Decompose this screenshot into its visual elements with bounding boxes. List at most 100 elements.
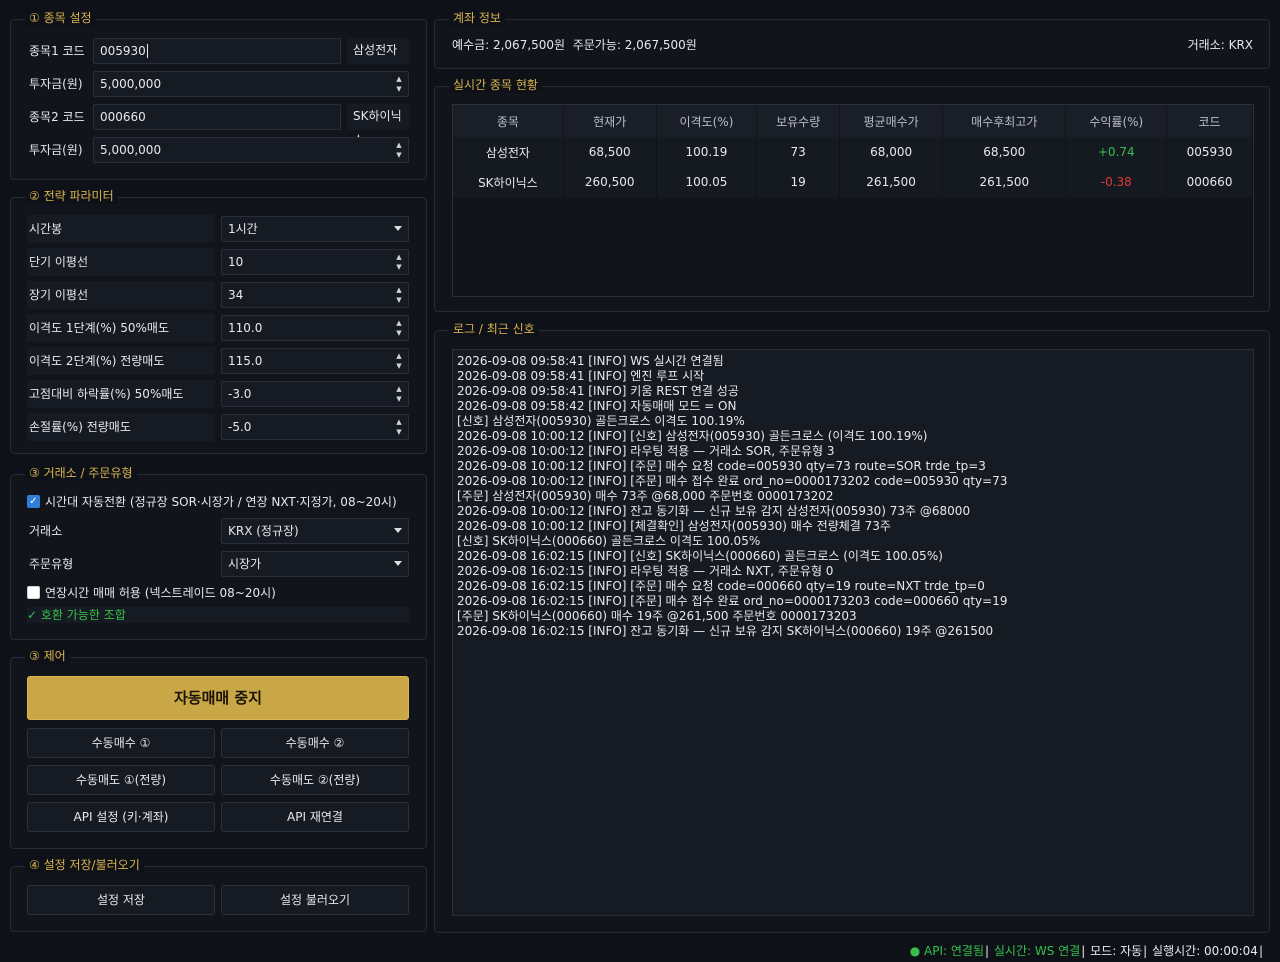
log-line: 2026-09-08 10:00:12 [INFO] [신호] 삼성전자(005… bbox=[457, 429, 928, 443]
long-ma-spinbox[interactable]: 34 ▲ ▼ bbox=[221, 282, 409, 308]
account-group: 계좌 정보 예수금: 2,067,500원 주문가능: 2,067,500원 거… bbox=[434, 10, 1270, 69]
auto-stop-button[interactable]: 자동매매 중지 bbox=[27, 676, 409, 720]
invest1-spin-arrows[interactable]: ▲ ▼ bbox=[392, 74, 406, 94]
positions-header-row: 종목 현재가 이격도(%) 보유수량 평균매수가 매수후최고가 수익률(%) 코… bbox=[453, 105, 1253, 137]
order-type-select[interactable]: 시장가 bbox=[221, 551, 409, 577]
col-header[interactable]: 보유수량 bbox=[756, 105, 841, 137]
stock1-label: 종목1 코드 bbox=[29, 44, 85, 58]
log-line: 2026-09-08 10:00:12 [INFO] 잔고 동기화 — 신규 보… bbox=[457, 504, 971, 518]
stock2-label: 종목2 코드 bbox=[29, 110, 85, 124]
stock1-code-input[interactable]: 005930 bbox=[93, 38, 341, 64]
cell-qty: 73 bbox=[756, 137, 841, 167]
save-settings-button[interactable]: 설정 저장 bbox=[27, 885, 215, 915]
col-header[interactable]: 이격도(%) bbox=[656, 105, 758, 137]
stock1-name: 삼성전자 bbox=[347, 38, 409, 64]
stock2-row: 종목2 코드 000660 SK하이닉스 bbox=[27, 103, 409, 147]
stock-settings-group: ① 종목 설정 종목1 코드 005930 삼성전자 투자금(원) 5,000,… bbox=[10, 10, 427, 180]
cell-stock: 삼성전자 bbox=[453, 137, 564, 167]
drop-row: 고점대비 하락률(%) 50%매도 -3.0 ▲ ▼ bbox=[27, 380, 409, 408]
stoploss-spin-arrows[interactable]: ▲ ▼ bbox=[392, 417, 406, 437]
col-header[interactable]: 매수후최고가 bbox=[942, 105, 1067, 137]
short-ma-value: 10 bbox=[228, 255, 244, 269]
runtime-status: 실행시간: 00:00:04 bbox=[1152, 944, 1258, 958]
api-settings-button[interactable]: API 설정 (키·계좌) bbox=[27, 802, 215, 832]
long-ma-spin-arrows[interactable]: ▲ ▼ bbox=[392, 285, 406, 305]
positions-group: 실시간 종목 현황 종목 현재가 이격도(%) 보유수량 평균매수가 매수후최고… bbox=[434, 77, 1270, 312]
timeframe-row: 시간봉 1시간 bbox=[27, 215, 409, 243]
disp1-row: 이격도 1단계(%) 50%매도 110.0 ▲ ▼ bbox=[27, 314, 409, 342]
disp1-spinbox[interactable]: 110.0 ▲ ▼ bbox=[221, 315, 409, 341]
chevron-down-icon bbox=[394, 528, 402, 533]
realtime-status: 실시간: WS 연결 bbox=[993, 944, 1081, 958]
col-header[interactable]: 평균매수가 bbox=[839, 105, 944, 137]
timeframe-value: 1시간 bbox=[228, 222, 258, 236]
disp2-spinbox[interactable]: 115.0 ▲ ▼ bbox=[221, 348, 409, 374]
load-settings-button[interactable]: 설정 불러오기 bbox=[221, 885, 409, 915]
disp2-spin-arrows[interactable]: ▲ ▼ bbox=[392, 351, 406, 371]
disp1-value: 110.0 bbox=[228, 321, 263, 335]
invest2-spin-arrows[interactable]: ▲ ▼ bbox=[392, 140, 406, 160]
api-reconnect-button[interactable]: API 재연결 bbox=[221, 802, 409, 832]
col-header[interactable]: 코드 bbox=[1166, 105, 1253, 137]
manual-buy2-button[interactable]: 수동매수 ② bbox=[221, 728, 409, 758]
disp2-value: 115.0 bbox=[228, 354, 263, 368]
col-header[interactable]: 현재가 bbox=[563, 105, 657, 137]
cell-stock: SK하이닉스 bbox=[453, 167, 564, 197]
table-row[interactable]: SK하이닉스 260,500 100.05 19 261,500 261,500… bbox=[453, 167, 1253, 197]
exchange-label: 거래소 bbox=[29, 524, 63, 538]
invest1-spinbox[interactable]: 5,000,000 ▲ ▼ bbox=[93, 71, 409, 97]
short-ma-row: 단기 이평선 10 ▲ ▼ bbox=[27, 248, 409, 276]
cell-price: 260,500 bbox=[563, 167, 657, 197]
order-type-label: 주문유형 bbox=[29, 557, 74, 571]
control-title: ③ 제어 bbox=[25, 648, 70, 664]
col-header[interactable]: 수익률(%) bbox=[1065, 105, 1168, 137]
log-line: [주문] SK하이닉스(000660) 매수 19주 @261,500 주문번호… bbox=[457, 609, 857, 623]
disp2-row: 이격도 2단계(%) 전량매도 115.0 ▲ ▼ bbox=[27, 347, 409, 375]
log-line: 2026-09-08 16:02:15 [INFO] [주문] 매수 요청 co… bbox=[457, 579, 985, 593]
stock2-name: SK하이닉스 bbox=[347, 104, 409, 147]
short-ma-label: 단기 이평선 bbox=[27, 248, 215, 276]
auto-switch-row[interactable]: ✓ 시간대 자동전환 (정규장 SOR·시장가 / 연장 NXT·지정가, 08… bbox=[27, 488, 409, 516]
cell-avg-price: 261,500 bbox=[839, 167, 944, 197]
manual-buy1-button[interactable]: 수동매수 ① bbox=[27, 728, 215, 758]
status-separator: | bbox=[1143, 944, 1148, 958]
invest2-spinbox[interactable]: 5,000,000 ▲ ▼ bbox=[93, 137, 409, 163]
status-separator: | bbox=[985, 944, 990, 958]
cell-return: +0.74 bbox=[1065, 137, 1168, 167]
compat-row: ✓ 호환 가능한 조합 bbox=[27, 607, 409, 623]
extended-checkbox[interactable] bbox=[27, 586, 40, 599]
log-textarea[interactable]: 2026-09-08 09:58:41 [INFO] WS 실시간 연결됨 202… bbox=[452, 349, 1254, 916]
long-ma-row: 장기 이평선 34 ▲ ▼ bbox=[27, 281, 409, 309]
auto-switch-checkbox[interactable]: ✓ bbox=[27, 495, 40, 508]
stock2-code-input[interactable]: 000660 bbox=[93, 104, 341, 130]
table-row[interactable]: 삼성전자 68,500 100.19 73 68,000 68,500 +0.7… bbox=[453, 137, 1253, 167]
col-header[interactable]: 종목 bbox=[453, 105, 564, 137]
timeframe-select[interactable]: 1시간 bbox=[221, 216, 409, 242]
stoploss-label: 손절률(%) 전량매도 bbox=[27, 413, 215, 441]
timeframe-label: 시간봉 bbox=[27, 215, 215, 243]
drop-spin-arrows[interactable]: ▲ ▼ bbox=[392, 384, 406, 404]
log-line: 2026-09-08 16:02:15 [INFO] [신호] SK하이닉스(0… bbox=[457, 549, 943, 563]
mode-status: 모드: 자동 bbox=[1090, 944, 1143, 958]
disp1-spin-arrows[interactable]: ▲ ▼ bbox=[392, 318, 406, 338]
stoploss-spinbox[interactable]: -5.0 ▲ ▼ bbox=[221, 414, 409, 440]
auto-switch-label: 시간대 자동전환 (정규장 SOR·시장가 / 연장 NXT·지정가, 08~2… bbox=[45, 495, 397, 509]
short-ma-spin-arrows[interactable]: ▲ ▼ bbox=[392, 252, 406, 272]
status-separator: | bbox=[1258, 944, 1263, 958]
manual-sell1-button[interactable]: 수동매도 ①(전량) bbox=[27, 765, 215, 795]
disp1-label: 이격도 1단계(%) 50%매도 bbox=[27, 314, 215, 342]
cell-qty: 19 bbox=[756, 167, 841, 197]
drop-spinbox[interactable]: -3.0 ▲ ▼ bbox=[221, 381, 409, 407]
short-ma-spinbox[interactable]: 10 ▲ ▼ bbox=[221, 249, 409, 275]
deposit-text: 예수금: 2,067,500원 주문가능: 2,067,500원 bbox=[452, 38, 697, 52]
extended-row[interactable]: 연장시간 매매 허용 (넥스트레이드 08~20시) bbox=[27, 579, 409, 607]
status-bar: ● API: 연결됨| 실시간: WS 연결| 모드: 자동| 실행시간: 00… bbox=[910, 942, 1264, 960]
stock-settings-title: ① 종목 설정 bbox=[25, 10, 96, 26]
log-line: 2026-09-08 16:02:15 [INFO] 라우팅 적용 — 거래소 … bbox=[457, 564, 834, 578]
exchange-title: ③ 거래소 / 주문유형 bbox=[25, 465, 137, 481]
log-line: [주문] 삼성전자(005930) 매수 73주 @68,000 주문번호 00… bbox=[457, 489, 834, 503]
manual-sell2-button[interactable]: 수동매도 ②(전량) bbox=[221, 765, 409, 795]
exchange-select[interactable]: KRX (정규장) bbox=[221, 518, 409, 544]
invest1-value: 5,000,000 bbox=[100, 77, 162, 91]
positions-table: 종목 현재가 이격도(%) 보유수량 평균매수가 매수후최고가 수익률(%) 코… bbox=[453, 105, 1253, 197]
